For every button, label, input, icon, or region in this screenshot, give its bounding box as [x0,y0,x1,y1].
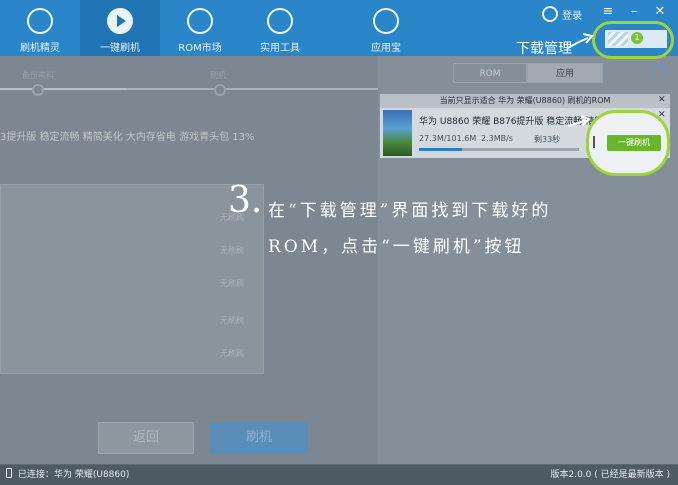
nav-label: 刷机精灵 [20,43,60,54]
nav-label: 应用宝 [371,43,401,54]
shield-icon [27,8,53,34]
close-icon[interactable]: ✕ [652,4,668,20]
download-stripes [608,32,628,46]
grid-icon [267,8,293,34]
download-count-badge: 1 [631,32,643,44]
download-speed: 2.3MB/s [481,134,513,143]
flash-button[interactable]: 刷机 [210,422,308,454]
app-store-icon [373,8,399,34]
download-progress [419,148,579,151]
nav-item-flash-wizard[interactable]: 刷机精灵 [0,0,80,56]
nav-label: 实用工具 [260,43,300,54]
pause-icon[interactable] [593,136,595,148]
download-size: 27.3M/101.6M [419,134,477,143]
nav-item-rom-market[interactable]: ROM市场 [160,0,240,56]
step-instruction-line2: ROM，点击“一键刷机”按钮 [268,237,525,257]
step-instruction-line1: 在“下载管理”界面找到下载好的 [268,201,552,221]
tab-apps[interactable]: 应用 [527,63,603,83]
window-icon[interactable] [652,66,664,76]
list-item: 无刷刷 [220,349,244,358]
nav-label: ROM市场 [178,43,222,54]
back-button[interactable]: 返回 [98,422,194,454]
rom-description: 3提升版 稳定流畅 精简美化 大内存省电 游戏青头包 13% [0,132,255,143]
minimize-icon[interactable]: – [626,4,642,20]
close-notice-icon[interactable]: ✕ [658,95,666,105]
time-remaining: 剩33秒 [534,135,561,144]
list-item: 无刷刷 [220,316,244,325]
login-link[interactable]: 登录 [562,7,582,22]
connection-status: 已连接：华为 荣耀(U8860) [18,470,130,480]
version-status: 版本2.0.0 ( 已经是最新版本 ) [550,470,670,480]
step-backup-label: 备份资料 [22,71,54,80]
annotation-download-manager: 下载管理 [516,41,572,57]
step-dot [32,84,44,96]
menu-icon[interactable]: ≡ [600,4,616,20]
rom-thumbnail [383,110,412,156]
nav-item-app-store[interactable]: 应用宝 [346,0,426,56]
rom-icon [187,8,213,34]
step-number: 3. [228,180,263,221]
user-icon[interactable] [542,6,558,22]
nav-item-one-click-flash[interactable]: 一键刷机 [80,0,160,56]
nav-item-tools[interactable]: 实用工具 [240,0,320,56]
list-item: 无刷刷 [220,279,244,288]
phone-icon [6,468,12,478]
arrow-icon [567,33,594,49]
tab-rom[interactable]: ROM [453,63,527,83]
step-flash-label: 刷机 [210,71,226,80]
arrow-icon [567,115,591,127]
list-item: 无刷刷 [220,246,244,255]
nav-label: 一键刷机 [100,43,140,54]
compat-notice: 当前只显示适合 华为 荣耀(U8860) 刷机的ROM [380,94,670,108]
step-dot [214,84,226,96]
one-click-flash-button[interactable]: 一键刷机 [607,135,661,151]
